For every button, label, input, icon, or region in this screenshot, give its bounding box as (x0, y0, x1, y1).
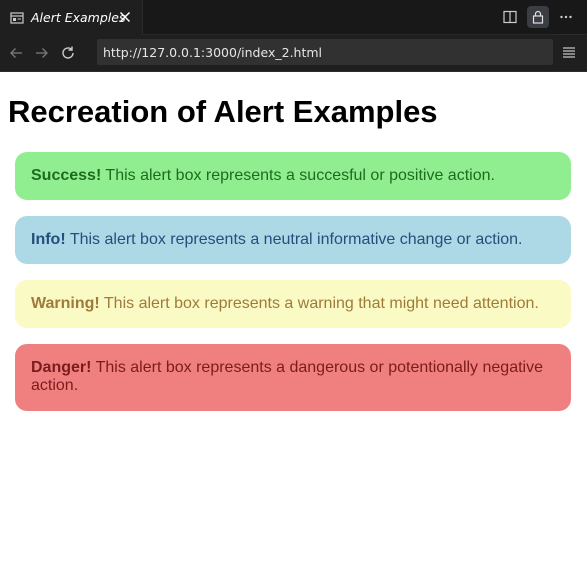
success-alert: Success! This alert box represents a suc… (15, 152, 571, 200)
alert-label: Danger! (31, 359, 92, 376)
browser-navbar: http://127.0.0.1:3000/index_2.html (0, 35, 587, 72)
menu-icon[interactable] (559, 42, 579, 62)
page-content: Recreation of Alert Examples Success! Th… (0, 94, 587, 411)
browser-tab[interactable]: Alert Examples (0, 0, 143, 35)
browser-tabbar: Alert Examples (0, 0, 587, 35)
split-view-icon[interactable] (499, 6, 521, 28)
back-arrow-icon[interactable] (5, 42, 27, 64)
url-text: http://127.0.0.1:3000/index_2.html (103, 44, 323, 60)
alert-label: Warning! (31, 295, 100, 312)
more-icon[interactable] (555, 6, 577, 28)
close-icon[interactable] (117, 9, 133, 25)
danger-alert: Danger! This alert box represents a dang… (15, 344, 571, 411)
alert-text: This alert box represents a dangerous or… (31, 359, 543, 394)
forward-arrow-icon[interactable] (31, 42, 53, 64)
page-icon (10, 11, 24, 25)
reload-icon[interactable] (57, 42, 79, 64)
alert-text: This alert box represents a succesful or… (101, 167, 495, 184)
alert-text: This alert box represents a neutral info… (65, 231, 523, 248)
tab-title: Alert Examples (31, 10, 126, 25)
alert-label: Info! (31, 231, 66, 248)
alert-label: Success! (31, 167, 102, 184)
alert-text: This alert box represents a warning that… (99, 295, 539, 312)
tabbar-actions (499, 6, 577, 28)
page-title: Recreation of Alert Examples (8, 94, 438, 129)
info-alert: Info! This alert box represents a neutra… (15, 216, 571, 264)
url-input[interactable]: http://127.0.0.1:3000/index_2.html (97, 39, 553, 65)
lock-icon[interactable] (527, 6, 549, 28)
warning-alert: Warning! This alert box represents a war… (15, 280, 571, 328)
